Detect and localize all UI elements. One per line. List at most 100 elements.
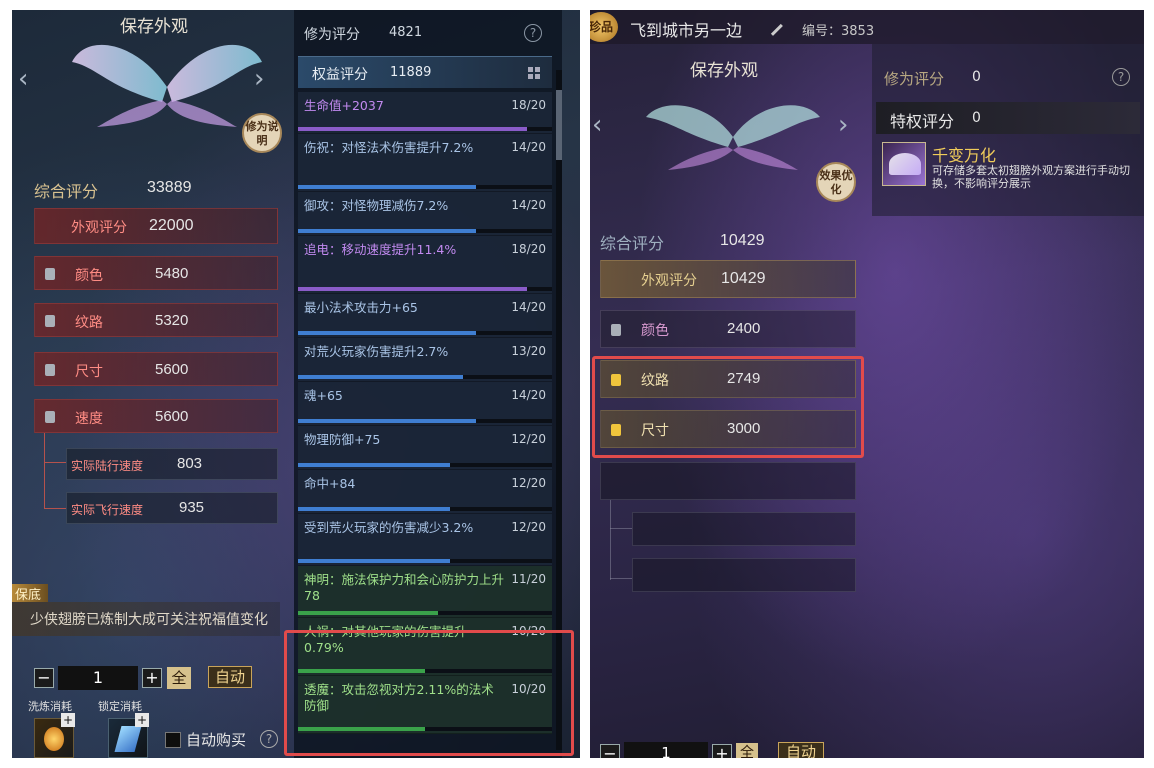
stat-progress-bar [298, 463, 552, 467]
attr-label: 尺寸 [75, 364, 103, 380]
feature-desc: 可存储多套太初翅膀外观方案进行手动切换，不影响评分展示 [932, 164, 1130, 190]
stat-row[interactable]: 伤祝：对怪法术伤害提升7.2% 14/20 [298, 134, 552, 192]
overall-score-label: 综合评分 [600, 234, 665, 253]
scrollbar-thumb[interactable] [556, 90, 562, 160]
privilege-score-label: 特权评分 [890, 112, 955, 131]
stat-score: 13/20 [511, 344, 546, 358]
rights-score-value: 11889 [390, 65, 432, 80]
unlock-icon[interactable] [611, 324, 621, 336]
stat-progress-bar [298, 507, 552, 511]
left-screenshot: 保存外观 ‹ › 修为说明 综合评分 33889 外观评分 22000 颜色 5… [12, 10, 580, 758]
cultivation-score-label: 修为评分 [884, 70, 945, 88]
next-arrow-icon[interactable]: › [838, 110, 848, 140]
lock-item-slot[interactable]: + [108, 713, 149, 758]
stat-row[interactable]: 命中+84 12/20 [298, 470, 552, 514]
attr-value: 5600 [155, 408, 189, 425]
rights-score-label: 权益评分 [312, 67, 368, 83]
stat-progress-bar [298, 559, 552, 563]
sub-label: 实际陆行速度 [71, 459, 144, 473]
stat-progress-fill [298, 287, 527, 291]
wing-glyph [889, 153, 921, 175]
stat-progress-bar [298, 185, 552, 189]
unlock-icon[interactable] [45, 315, 55, 327]
score-side-panel: 修为评分 0 ? 特权评分 0 千变万化 可存储多套太初翅膀外观方案进行手动切换… [872, 44, 1144, 216]
attr-row-color[interactable]: 颜色 2400 [600, 310, 856, 348]
rights-score-header: 权益评分 11889 [298, 56, 552, 88]
attr-row-speed[interactable]: 速度 5600 [34, 399, 278, 433]
help-icon[interactable]: ? [260, 730, 278, 748]
help-icon[interactable]: ? [1112, 68, 1130, 86]
empty-row [600, 462, 856, 500]
qty-plus-button[interactable]: + [142, 668, 162, 688]
auto-button[interactable]: 自动 [208, 666, 252, 688]
stat-row[interactable]: 生命值+2037 18/20 [298, 92, 552, 134]
add-icon[interactable]: + [61, 713, 75, 727]
unlock-icon[interactable] [45, 411, 55, 423]
add-icon[interactable]: + [135, 713, 149, 727]
tree-line [610, 578, 632, 579]
stat-row[interactable]: 受到荒火玩家的伤害减少3.2% 12/20 [298, 514, 552, 566]
feature-icon[interactable] [882, 142, 926, 186]
stat-row[interactable]: 物理防御+75 12/20 [298, 426, 552, 470]
right-screenshot: 珍品 飞到城市另一边 编号：3853 保存外观 ‹ › 效果优化 修为评分 0 … [590, 10, 1144, 758]
stat-progress-bar [298, 127, 552, 131]
sub-row-land-speed: 实际陆行速度 803 [66, 448, 278, 480]
appearance-score-row: 外观评分 10429 [600, 260, 856, 298]
tree-line [44, 462, 66, 463]
stat-progress-bar [298, 229, 552, 233]
stat-row[interactable]: 御攻：对怪物理减伤7.2% 14/20 [298, 192, 552, 236]
unlock-icon[interactable] [45, 268, 55, 280]
top-bar: 珍品 飞到城市另一边 编号：3853 [590, 10, 1144, 44]
effect-optimize-button[interactable]: 效果优化 [816, 162, 856, 202]
notice-bar: 少侠翅膀已炼制大成可关注祝福值变化 [12, 602, 280, 636]
all-button[interactable]: 全 [736, 743, 758, 758]
tree-line [44, 433, 45, 509]
stat-row[interactable]: 追电：移动速度提升11.4% 18/20 [298, 236, 552, 294]
attr-row-pattern[interactable]: 纹路 5320 [34, 303, 278, 337]
grid-icon[interactable] [528, 67, 540, 79]
qty-minus-button[interactable]: − [34, 668, 54, 688]
stat-progress-bar [298, 331, 552, 335]
stat-text: 受到荒火玩家的伤害减少3.2% [304, 520, 474, 535]
wash-cost-label: 洗炼消耗 [28, 700, 72, 713]
stat-row[interactable]: 神明：施法保护力和会心防护力上升78 11/20 [298, 566, 552, 618]
tree-line [610, 500, 611, 580]
all-button[interactable]: 全 [167, 667, 191, 689]
unlock-icon[interactable] [45, 364, 55, 376]
attr-row-color[interactable]: 颜色 5480 [34, 256, 278, 290]
qty-plus-button[interactable]: + [712, 744, 732, 758]
attr-value: 5480 [155, 265, 189, 282]
prev-arrow-icon[interactable]: ‹ [592, 110, 602, 140]
explain-button[interactable]: 修为说明 [242, 113, 282, 153]
attr-value: 2400 [727, 320, 761, 337]
stat-row[interactable]: 魂+65 14/20 [298, 382, 552, 426]
privilege-score-value: 0 [972, 110, 981, 126]
help-icon[interactable]: ? [524, 24, 542, 42]
stat-progress-fill [298, 375, 464, 379]
stat-progress-fill [298, 331, 476, 335]
stat-score: 14/20 [511, 300, 546, 314]
stat-score: 14/20 [511, 140, 546, 154]
guarantee-tag: 保底 [12, 584, 48, 603]
wash-item-slot[interactable]: + [34, 713, 75, 758]
save-appearance-title: 保存外观 [690, 61, 758, 81]
attr-row-size[interactable]: 尺寸 5600 [34, 352, 278, 386]
stat-progress-bar [298, 419, 552, 423]
stat-progress-fill [298, 463, 451, 467]
privilege-score-header: 特权评分 0 [876, 102, 1140, 134]
appearance-score-value: 10429 [721, 270, 766, 287]
stat-row[interactable]: 对荒火玩家伤害提升2.7% 13/20 [298, 338, 552, 382]
stat-score: 18/20 [511, 242, 546, 256]
overall-score-value: 10429 [720, 232, 765, 249]
qty-minus-button[interactable]: − [600, 744, 620, 758]
auto-button[interactable]: 自动 [778, 742, 824, 758]
auto-buy-checkbox[interactable] [165, 732, 181, 748]
stat-progress-fill [298, 559, 451, 563]
qty-input[interactable]: 1 [58, 666, 138, 690]
stat-row[interactable]: 最小法术攻击力+65 14/20 [298, 294, 552, 338]
qty-input[interactable]: 1 [624, 742, 708, 758]
brush-icon[interactable] [763, 16, 783, 36]
prev-arrow-icon[interactable]: ‹ [18, 64, 28, 94]
sub-row-empty [632, 512, 856, 546]
stat-score: 14/20 [511, 388, 546, 402]
